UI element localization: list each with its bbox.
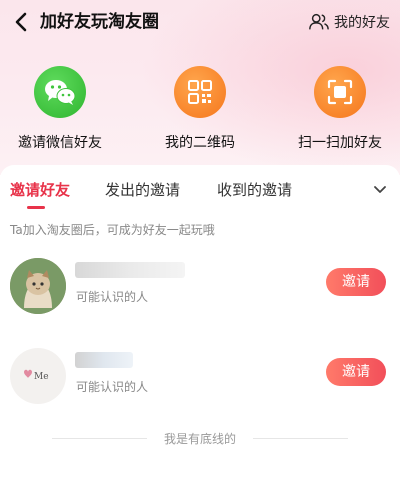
my-friends-button[interactable]: 我的好友	[308, 10, 390, 34]
tab-bar: 邀请好友 发出的邀请 收到的邀请	[0, 165, 400, 215]
my-qr-code-label: 我的二维码	[165, 135, 235, 151]
scan-icon	[314, 66, 366, 118]
header: 加好友玩淘友圈 我的好友	[0, 0, 400, 44]
my-qr-code-button[interactable]: 我的二维码	[140, 60, 260, 152]
contact-name-blurred	[75, 262, 185, 278]
quick-actions: 邀请微信好友 我的二维码 扫一扫加好友	[0, 60, 400, 152]
tab-sent-invites[interactable]: 发出的邀请	[105, 179, 180, 200]
divider-line-right	[253, 438, 348, 439]
my-friends-label: 我的好友	[334, 15, 390, 31]
friends-icon	[309, 13, 329, 30]
end-of-list-divider: 我是有底线的	[0, 428, 400, 448]
wechat-icon	[34, 66, 86, 118]
contact-subtitle: 可能认识的人	[76, 290, 149, 304]
invite-wechat-label: 邀请微信好友	[18, 135, 102, 151]
invite-button[interactable]: 邀请	[326, 268, 386, 296]
active-tab-indicator	[27, 206, 45, 209]
invite-button[interactable]: 邀请	[326, 358, 386, 386]
scan-add-friend-button[interactable]: 扫一扫加好友	[280, 60, 400, 152]
back-button[interactable]	[10, 10, 34, 34]
page-title: 加好友玩淘友圈	[40, 12, 159, 32]
invite-wechat-friends-button[interactable]: 邀请微信好友	[0, 60, 120, 152]
tab-received-invites[interactable]: 收到的邀请	[217, 179, 292, 200]
avatar[interactable]	[10, 258, 66, 314]
contact-name-blurred	[75, 352, 133, 368]
contact-subtitle: 可能认识的人	[76, 380, 149, 394]
invite-card: 邀请好友 发出的邀请 收到的邀请 Ta加入淘友圈后，可成为好友一起玩哦 可能认识…	[0, 165, 400, 497]
qr-code-icon	[174, 66, 226, 118]
invite-hint: Ta加入淘友圈后，可成为好友一起玩哦	[10, 223, 215, 237]
scan-add-friend-label: 扫一扫加好友	[298, 135, 382, 151]
list-item: Me 可能认识的人 邀请	[0, 348, 400, 418]
svg-text:Me: Me	[34, 372, 49, 382]
list-item: 可能认识的人 邀请	[0, 258, 400, 328]
tab-invite-friends[interactable]: 邀请好友	[10, 179, 70, 200]
chevron-down-icon[interactable]	[372, 181, 388, 197]
back-arrow-icon	[15, 12, 27, 32]
avatar[interactable]: Me	[10, 348, 66, 404]
